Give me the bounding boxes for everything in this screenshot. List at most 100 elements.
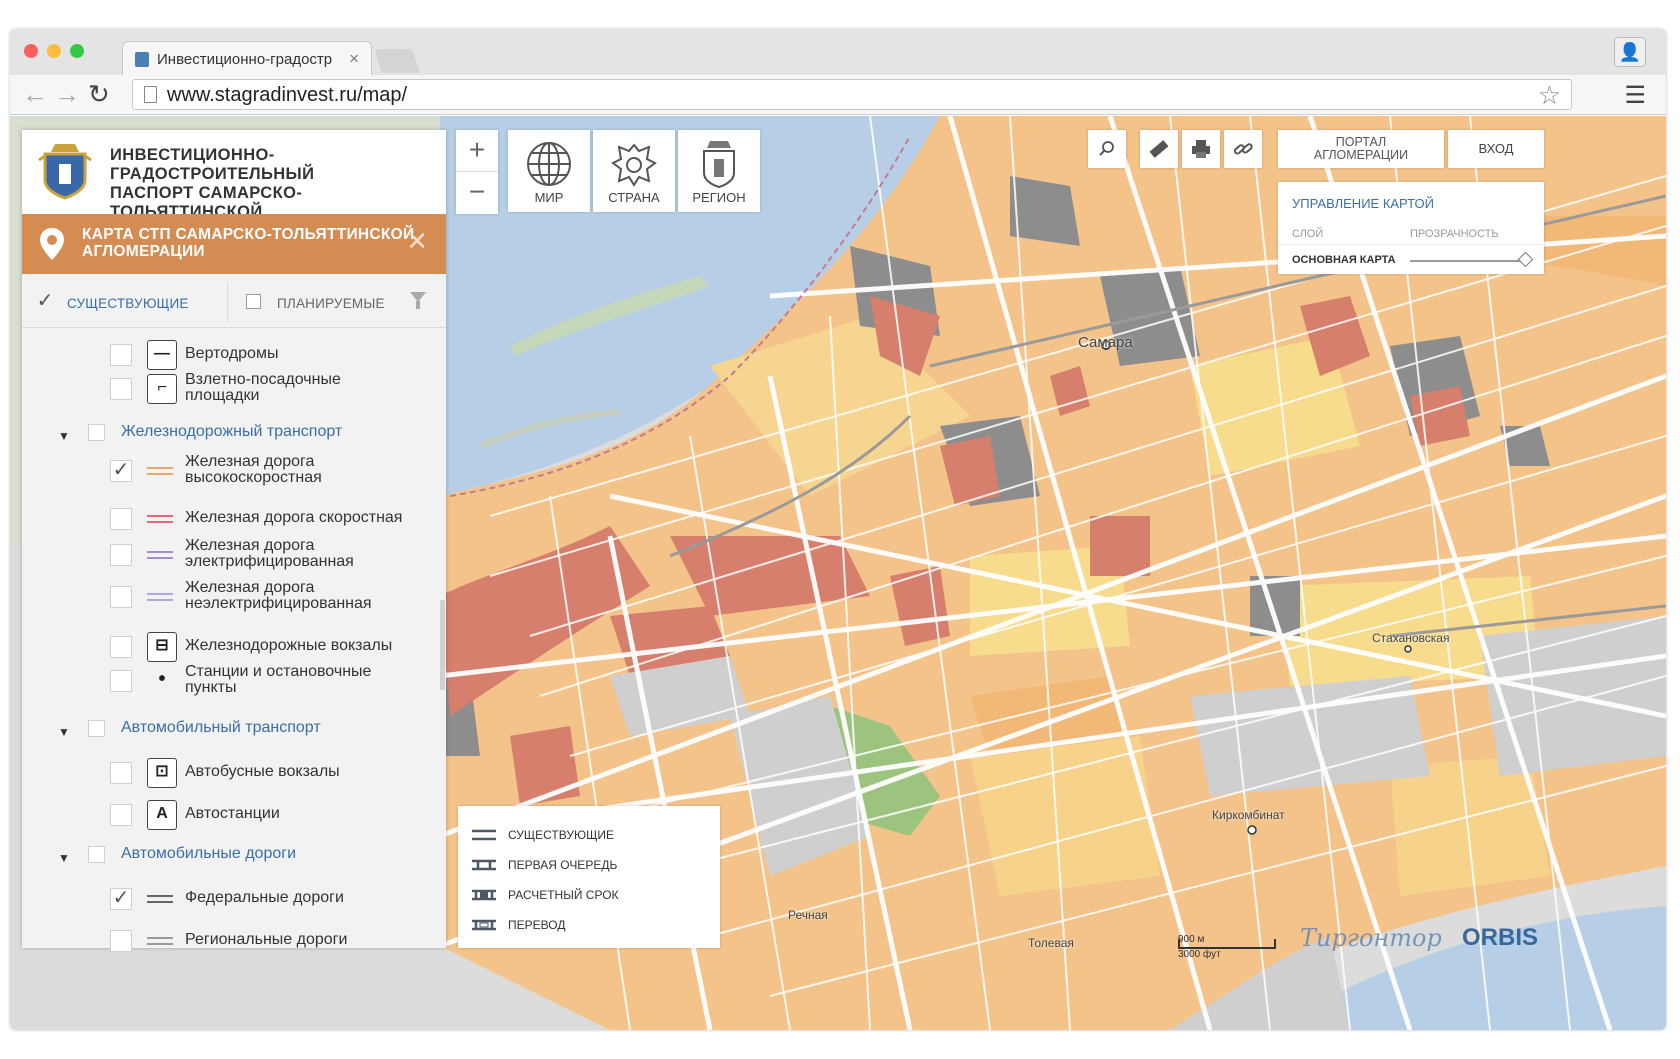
login-button[interactable]: ВХОД <box>1448 130 1544 168</box>
profile-icon[interactable]: 👤 <box>1614 37 1646 67</box>
bookmark-star-icon[interactable]: ☆ <box>1538 80 1561 111</box>
back-icon[interactable]: ← <box>22 80 48 108</box>
station-dot-icon: • <box>158 668 166 690</box>
opacity-slider-track[interactable] <box>1410 260 1520 262</box>
map-label-rechnaya: Речная <box>788 908 828 922</box>
close-tab-icon[interactable]: × <box>349 49 359 69</box>
layer-label: Железная дорога электрифицированная <box>185 537 354 570</box>
zoom-out-button[interactable]: − <box>456 172 498 214</box>
print-button[interactable] <box>1182 130 1220 168</box>
layer-checkbox[interactable] <box>110 930 132 952</box>
scope-world-label: МИР <box>534 190 564 205</box>
filter-planned-label[interactable]: ПЛАНИРУЕМЫЕ <box>277 296 385 311</box>
legend-label-estimated-term: РАСЧЕТНЫЙ СРОК <box>508 888 619 902</box>
map-label-samara: Самара <box>1078 334 1133 351</box>
layer-checkbox[interactable] <box>110 636 132 658</box>
line-style-swatch-icon <box>147 515 173 523</box>
layer-checkbox[interactable] <box>110 670 132 692</box>
expand-arrow-icon[interactable]: ▼ <box>58 851 70 865</box>
maximize-window-button[interactable] <box>70 44 84 58</box>
layer-item[interactable]: ✓ Железная дорога высокоскоростная <box>22 454 446 492</box>
layer-item[interactable]: • Станции и остановочные пункты <box>22 664 446 702</box>
filter-funnel-icon[interactable] <box>410 292 426 309</box>
scope-country-label: СТРАНА <box>608 190 660 205</box>
panel-header: ИНВЕСТИЦИОННО-ГРАДОСТРОИТЕЛЬНЫЙ ПАСПОРТ … <box>22 130 446 240</box>
browser-tab[interactable]: Инвестиционно-градостр × <box>122 41 372 75</box>
minimize-window-button[interactable] <box>47 44 61 58</box>
layer-checkbox[interactable] <box>110 378 132 400</box>
scope-country-button[interactable]: СТРАНА <box>593 130 675 212</box>
expand-arrow-icon[interactable]: ▼ <box>58 725 70 739</box>
layer-checkbox[interactable]: ✓ <box>110 888 132 910</box>
panel-scrollbar[interactable] <box>440 600 445 690</box>
site-favicon-icon <box>135 52 149 67</box>
layer-item[interactable]: ⌐ Взлетно-посадочные площадки <box>22 372 446 410</box>
region-emblem-icon <box>703 141 735 189</box>
layer-checkbox[interactable] <box>110 344 132 366</box>
line-style-swatch-icon <box>147 593 173 601</box>
layer-item[interactable]: Железная дорога электрифицированная <box>22 538 446 576</box>
layer-label: Региональные дороги <box>185 931 348 948</box>
filter-existing-label[interactable]: СУЩЕСТВУЮЩИЕ <box>67 296 189 311</box>
layer-item[interactable]: ✓ Федеральные дороги <box>22 886 446 920</box>
measure-button[interactable] <box>1140 130 1178 168</box>
layer-label: Станции и остановочные пункты <box>185 663 372 696</box>
layer-checkbox[interactable] <box>88 424 105 441</box>
new-tab-button[interactable] <box>374 49 420 73</box>
layer-item[interactable]: Региональные дороги <box>22 928 446 962</box>
layer-item[interactable]: A Автостанции <box>22 800 446 836</box>
roads-legend: СУЩЕСТВУЮЩИЕ ПЕРВАЯ ОЧЕРЕДЬ РАСЧЕТНЫЙ СР… <box>458 806 720 948</box>
layer-checkbox[interactable] <box>88 846 105 863</box>
layer-label: Железная дорога высокоскоростная <box>185 453 322 486</box>
menu-icon[interactable]: ☰ <box>1624 81 1646 110</box>
train-icon: ⊟ <box>147 632 177 662</box>
line-style-swatch-icon <box>147 937 173 945</box>
tab-bar: Инвестиционно-градостр × 👤 <box>10 29 1666 75</box>
bus-icon: ⊡ <box>147 758 177 788</box>
ruler-icon <box>1149 140 1169 158</box>
map-scale: 900 м 3000 фут <box>1178 934 1276 960</box>
scope-world-button[interactable]: МИР <box>508 130 590 212</box>
legend-row-estimated-term: РАСЧЕТНЫЙ СРОК <box>472 888 619 902</box>
col-layer-header: СЛОЙ <box>1292 228 1324 240</box>
scope-region-label: РЕГИОН <box>692 190 746 205</box>
expand-arrow-icon[interactable]: ▼ <box>58 429 70 443</box>
layer-checkbox[interactable] <box>110 586 132 608</box>
zoom-in-button[interactable]: + <box>456 130 498 172</box>
layer-checkbox[interactable] <box>110 762 132 784</box>
existing-checkbox[interactable]: ✓ <box>36 291 54 312</box>
opacity-slider-handle[interactable] <box>1517 251 1534 268</box>
layer-checkbox[interactable] <box>110 804 132 826</box>
layer-checkbox[interactable] <box>88 720 105 737</box>
layer-item[interactable]: ⊡ Автобусные вокзалы <box>22 758 446 794</box>
legend-label-existing: СУЩЕСТВУЮЩИЕ <box>508 828 614 842</box>
location-pin-icon <box>40 228 64 260</box>
close-window-button[interactable] <box>24 44 38 58</box>
brand-logo-orbis: ORBIS <box>1462 924 1539 951</box>
layer-checkbox[interactable] <box>110 544 132 566</box>
road-transfer-icon <box>472 919 496 931</box>
search-button[interactable] <box>1088 130 1126 168</box>
col-opacity-header: ПРОЗРАЧНОСТЬ <box>1410 228 1499 240</box>
forward-icon[interactable]: → <box>54 80 80 108</box>
tab-title: Инвестиционно-градостр <box>157 51 333 68</box>
map-label-toleva: Толевая <box>1028 936 1074 950</box>
layer-item[interactable]: Железная дорога неэлектрифицированная <box>22 580 446 618</box>
layer-checkbox[interactable] <box>110 508 132 530</box>
layer-group[interactable]: ▼ Автомобильные дороги <box>22 844 446 878</box>
reload-icon[interactable]: ↻ <box>88 80 110 108</box>
layer-group[interactable]: ▼ Автомобильный транспорт <box>22 718 446 752</box>
close-icon[interactable]: ✕ <box>406 228 428 254</box>
address-bar[interactable]: www.stagradinvest.ru/map/ ☆ <box>132 79 1572 110</box>
map-viewport[interactable]: Самара Стахановская Киркомбинат Речная Т… <box>10 116 1666 1030</box>
samara-region-crest-icon <box>38 144 92 200</box>
layer-item[interactable]: Железная дорога скоростная <box>22 506 446 540</box>
layer-checkbox[interactable]: ✓ <box>110 460 132 482</box>
portal-button[interactable]: ПОРТАЛ АГЛОМЕРАЦИИ <box>1278 130 1444 168</box>
share-link-button[interactable] <box>1224 130 1262 168</box>
layer-group[interactable]: ▼ Железнодорожный транспорт <box>22 422 446 456</box>
scope-region-button[interactable]: РЕГИОН <box>678 130 760 212</box>
printer-icon <box>1192 140 1210 158</box>
planned-checkbox[interactable] <box>246 294 261 309</box>
layer-label: Железнодорожные вокзалы <box>185 637 393 654</box>
